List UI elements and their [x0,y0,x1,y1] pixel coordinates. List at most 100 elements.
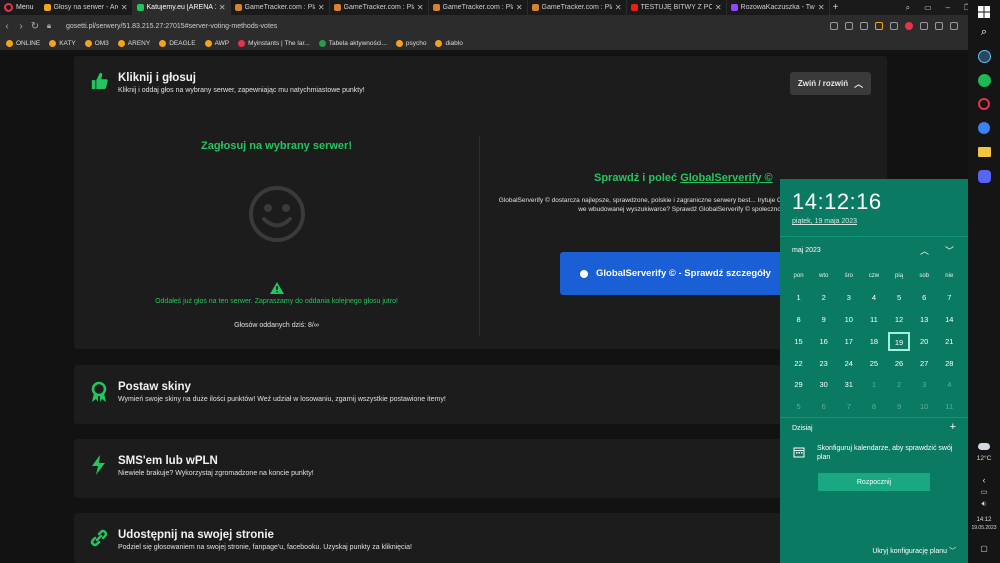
bookmark-item[interactable]: Myinstants | The lar... [238,40,310,47]
menu-icon[interactable] [950,22,958,30]
bookmark-item[interactable]: ONLINE [6,40,40,47]
calendar-day[interactable]: 11 [861,315,886,324]
weather-cloud-icon[interactable] [976,438,992,454]
opera-taskbar-icon[interactable] [976,96,992,112]
calendar-day[interactable]: 17 [836,337,861,346]
bookmark-item[interactable]: Tabela aktywności... [318,40,387,47]
next-month-icon[interactable]: ﹀ [945,244,954,257]
camera-icon[interactable] [845,22,853,30]
calendar-day[interactable]: 5 [786,402,811,411]
bookmark-item[interactable]: KATY [49,40,76,47]
browser-tab[interactable]: GameTracker.com : Player Stats✕ [231,0,330,15]
calendar-day-today[interactable]: 19 [887,330,912,352]
search-icon[interactable]: ⌕ [976,24,992,40]
calendar-day[interactable]: 11 [937,402,962,411]
calendar-day[interactable]: 10 [912,402,937,411]
windows-start-icon[interactable] [976,4,992,20]
browser-tab[interactable]: GameTracker.com : Player Stats✕ [330,0,429,15]
browser-tab[interactable]: Katujemy.eu [ARENA 1vs1]✕ [132,0,231,15]
cube-icon[interactable] [920,22,928,30]
calendar-day[interactable]: 30 [811,380,836,389]
tab-close-icon[interactable]: ✕ [121,3,128,12]
download-icon[interactable] [890,22,898,30]
extension-red-icon[interactable] [905,22,913,30]
bookmark-item[interactable]: ARENY [117,40,150,47]
skins-card[interactable]: Postaw skiny Wymień swoje skiny na duże … [74,365,887,424]
calendar-day[interactable]: 8 [786,315,811,324]
forward-icon[interactable]: › [14,21,28,32]
steam-icon[interactable] [976,48,992,64]
bookmark-item[interactable]: diablo [435,40,463,47]
calendar-day[interactable]: 21 [937,337,962,346]
snapshot-icon[interactable]: ▭ [924,3,932,12]
calendar-day[interactable]: 6 [912,293,937,302]
previous-month-icon[interactable]: ︿ [920,244,929,257]
calendar-day[interactable]: 6 [811,402,836,411]
calendar-day[interactable]: 1 [786,293,811,302]
tab-close-icon[interactable]: ✕ [417,3,424,12]
calendar-day[interactable]: 3 [912,380,937,389]
reload-icon[interactable]: ↻ [28,21,42,32]
calendar-day[interactable]: 15 [786,337,811,346]
tab-close-icon[interactable]: ✕ [615,3,622,12]
calendar-day[interactable]: 2 [887,380,912,389]
calendar-day[interactable]: 9 [887,402,912,411]
back-icon[interactable]: ‹ [0,21,14,32]
calendar-day[interactable]: 28 [937,359,962,368]
calendar-day[interactable]: 23 [811,359,836,368]
heart-icon[interactable] [860,22,868,30]
tab-close-icon[interactable]: ✕ [219,3,226,12]
browser-tab[interactable]: GameTracker.com : Player Stats✕ [429,0,528,15]
url-field[interactable]: gosetti.pl/serwery/51.83.215.27:27015#se… [66,23,830,30]
app-blue-icon[interactable] [976,120,992,136]
calendar-day[interactable]: 3 [836,293,861,302]
clock-date-link[interactable]: piątek, 19 maja 2023 [792,218,857,225]
extensions-icon[interactable] [935,22,943,30]
calendar-day[interactable]: 27 [912,359,937,368]
minimize-icon[interactable]: – [946,3,950,12]
calendar-day[interactable]: 12 [887,315,912,324]
add-event-button[interactable]: + [950,421,956,433]
calendar-day[interactable]: 18 [861,337,886,346]
calendar-day[interactable]: 25 [861,359,886,368]
tab-close-icon[interactable]: ✕ [516,3,523,12]
file-explorer-icon[interactable] [976,144,992,160]
discord-icon[interactable] [976,168,992,184]
calendar-day[interactable]: 16 [811,337,836,346]
calendar-day[interactable]: 4 [861,293,886,302]
search-tabs-icon[interactable]: ⌕ [906,3,910,13]
snapshot-tool-icon[interactable] [830,22,838,30]
bookmark-item[interactable]: OM3 [84,40,109,47]
calendar-day[interactable]: 26 [887,359,912,368]
calendar-day[interactable]: 9 [811,315,836,324]
spotify-icon[interactable] [976,72,992,88]
browser-tab[interactable]: Głosy na serwer - Arena 1vs1✕ [40,0,133,15]
calendar-day[interactable]: 1 [861,380,886,389]
calendar-day[interactable]: 7 [836,402,861,411]
share-card[interactable]: Udostępnij na swojej stronie Podziel się… [74,513,887,563]
calendar-day[interactable]: 20 [912,337,937,346]
calendar-month-label[interactable]: maj 2023 [792,247,821,254]
calendar-day[interactable]: 10 [836,315,861,324]
bookmark-item[interactable]: psycho [395,40,426,47]
calendar-day[interactable]: 31 [836,380,861,389]
tab-close-icon[interactable]: ✕ [818,3,825,12]
notifications-icon[interactable]: ▢ [976,540,992,556]
sms-card[interactable]: SMS'em lub wPLN Niewiele brakuje? Wykorz… [74,439,887,498]
hide-agenda-link[interactable]: Ukryj konfigurację planu ﹀ [872,546,956,556]
calendar-day[interactable]: 29 [786,380,811,389]
calendar-day[interactable]: 13 [912,315,937,324]
calendar-day[interactable]: 4 [937,380,962,389]
browser-tab[interactable]: RozowaKaczuszka - Twitch✕ [727,0,830,15]
tab-close-icon[interactable]: ✕ [318,3,325,12]
calendar-day[interactable]: 14 [937,315,962,324]
calendar-day[interactable]: 8 [861,402,886,411]
globalserverify-link[interactable]: GlobalServerify © [680,172,772,184]
shield-icon[interactable] [875,22,883,30]
calendar-day[interactable]: 24 [836,359,861,368]
start-button[interactable]: Rozpocznij [818,473,930,491]
taskbar-clock-time[interactable]: 14:12 [968,517,1000,523]
volume-icon[interactable]: 🔉︎ [976,496,992,512]
calendar-day[interactable]: 22 [786,359,811,368]
browser-tab[interactable]: TESTUJĘ BITWY Z POTĘŻNYM✕ [627,0,727,15]
